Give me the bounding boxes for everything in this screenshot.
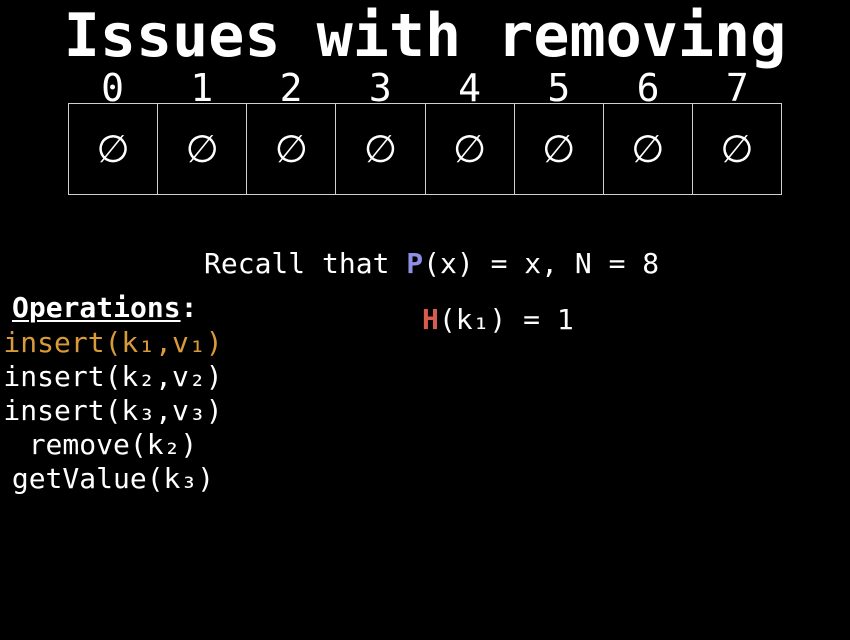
index-label: 5 <box>547 66 571 110</box>
operation-item-active: insert(k₁,v₁) <box>3 326 223 359</box>
array-cell: ∅ <box>247 104 337 194</box>
index-label: 6 <box>636 66 660 110</box>
index-label: 1 <box>190 66 214 110</box>
hash-line: H(k₁) = 1 <box>422 300 574 340</box>
array-cell: ∅ <box>720 127 754 171</box>
operations-list: insert(k₁,v₁) insert(k₂,v₂) insert(k₃,v₃… <box>0 326 226 496</box>
operation-item: remove(k₂) <box>28 428 198 461</box>
operations-heading-label: Operations <box>12 291 181 324</box>
index-label: 3 <box>368 66 392 110</box>
operation-item: getValue(k₃) <box>11 462 215 495</box>
probe-function-name: P <box>406 247 424 280</box>
index-label: 4 <box>458 66 482 110</box>
array-cell: ∅ <box>69 104 159 194</box>
hash-definition: (k₁) = 1 <box>438 303 574 336</box>
operation-item: insert(k₂,v₂) <box>3 360 223 393</box>
index-label: 7 <box>725 66 749 110</box>
hash-function-name: H <box>422 303 439 336</box>
index-row: 0 1 2 3 4 5 6 7 <box>68 66 782 110</box>
array-cell: ∅ <box>515 104 604 194</box>
operations-heading-colon: : <box>180 291 198 324</box>
recall-prefix: Recall that <box>204 247 407 280</box>
operations-heading: Operations: <box>12 290 197 326</box>
index-label: 0 <box>101 66 125 110</box>
array-cell: ∅ <box>426 104 515 194</box>
array-cell: ∅ <box>604 104 693 194</box>
recall-definition: (x) = x, N = 8 <box>423 247 660 280</box>
index-label: 2 <box>279 66 303 110</box>
slide-title: Issues with removing <box>63 1 787 71</box>
array-cell: ∅ <box>336 104 426 194</box>
recall-line: Recall that P(x) = x, N = 8 <box>204 244 659 284</box>
array-cell: ∅ <box>158 104 248 194</box>
hash-table-array: ∅ ∅ ∅ ∅ ∅ ∅ ∅ ∅ <box>68 103 782 195</box>
operation-item: insert(k₃,v₃) <box>3 394 223 427</box>
